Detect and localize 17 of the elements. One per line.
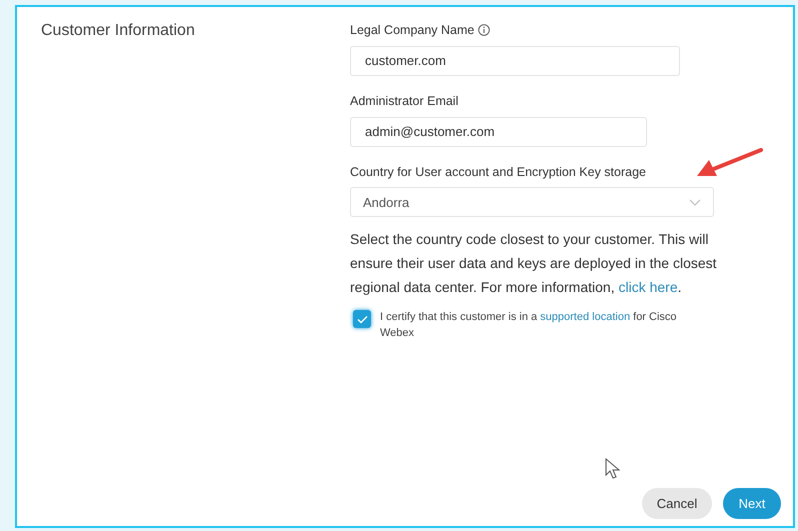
click-here-link[interactable]: click here: [618, 279, 678, 296]
input-field[interactable]: customer.com: [350, 46, 680, 76]
chevron-down-icon: [689, 198, 701, 206]
supported-location-link[interactable]: supported location: [540, 311, 630, 324]
certify-checkbox[interactable]: [353, 310, 371, 328]
field-label: Country for User account and Encryption Key storage: [350, 164, 646, 181]
input-field[interactable]: admin@customer.com: [350, 116, 647, 146]
field-label: Administrator Email: [350, 92, 458, 110]
certify-label: I certify that this customer is in a supported location for Cisco Webex: [380, 310, 678, 342]
mouse-cursor-icon: [605, 458, 621, 480]
section-title: Customer Information: [41, 21, 196, 41]
help-text: Select the country code closest to your customer. This will ensure their user data and keys are deployed in the closest regional data center. For more information, click here.: [350, 230, 718, 298]
cancel-button[interactable]: Cancel: [642, 488, 712, 519]
checkmark-icon: [356, 314, 368, 324]
field-label: Legal Company Name: [350, 22, 474, 39]
country-dropdown[interactable]: Andorra: [350, 187, 714, 218]
info-icon[interactable]: [478, 24, 490, 36]
